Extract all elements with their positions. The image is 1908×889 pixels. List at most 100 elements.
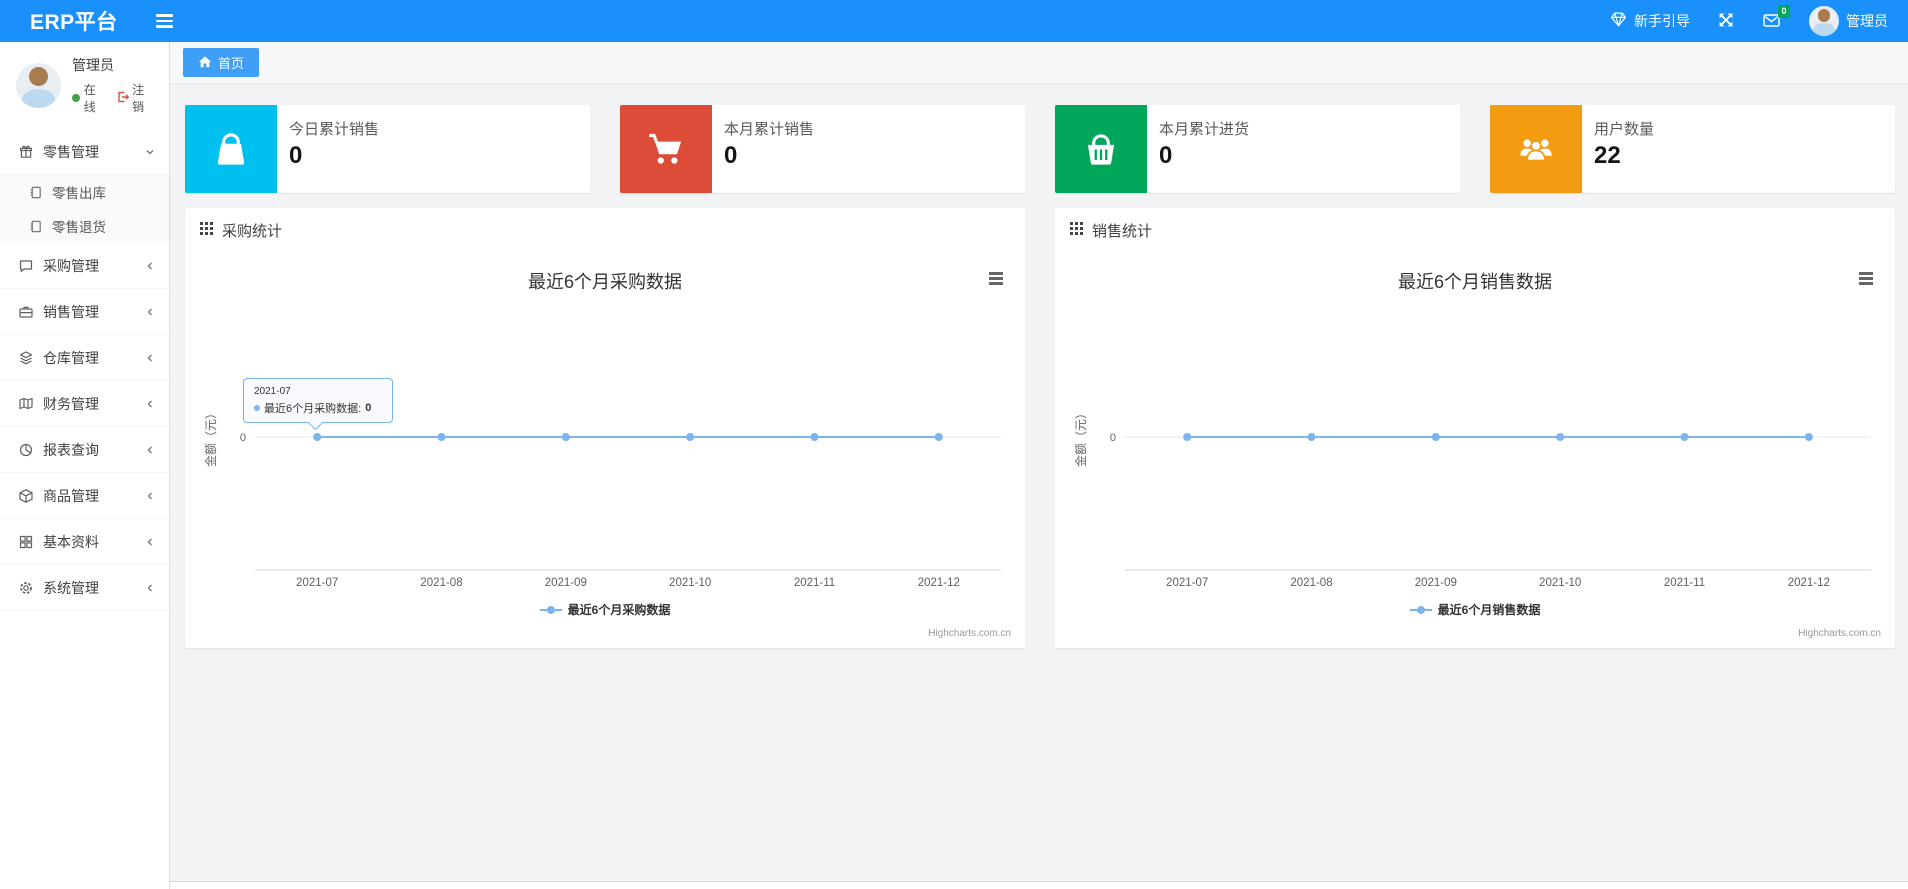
- mail-badge: 0: [1777, 4, 1790, 18]
- expand-arrows-icon: [1718, 12, 1734, 31]
- svg-text:金额（元）: 金额（元）: [203, 407, 218, 467]
- cube-icon: [18, 488, 34, 504]
- chevron-left-icon: [145, 537, 155, 547]
- sidebar-item-system[interactable]: 系统管理: [0, 565, 169, 611]
- navbar-right: 新手引导 0 管理员: [1610, 4, 1908, 36]
- purchase-stats-panel: 采购统计 最近6个月采购数据 金额（元） 0 2021-07 2021-08 2021-…: [185, 208, 1025, 648]
- legend-marker-icon: [1409, 605, 1432, 614]
- journal-icon: [27, 219, 43, 234]
- svg-text:2021-12: 2021-12: [918, 577, 960, 589]
- layers-icon: [18, 350, 34, 366]
- highcharts-credit[interactable]: Highcharts.com.cn: [928, 628, 1011, 639]
- sidebar-item-reports[interactable]: 报表查询: [0, 427, 169, 473]
- purchase-chart: 最近6个月采购数据 金额（元） 0 2021-07 2021-08 2021-09 202…: [185, 252, 1025, 648]
- guide-label: 新手引导: [1634, 13, 1690, 29]
- top-navbar: ERP平台 新手引导 0 管理员: [0, 0, 1908, 42]
- app-brand: ERP平台: [30, 11, 118, 34]
- avatar: [16, 62, 61, 108]
- legend-marker-icon: [539, 605, 562, 614]
- purchase-chart-plot[interactable]: 金额（元） 0 2021-07 2021-08 2021-09 2021-10 2021-1…: [185, 300, 1025, 592]
- stat-card-value: 0: [724, 142, 738, 169]
- messages-button[interactable]: 0: [1762, 4, 1790, 31]
- panel-header: 采购统计: [185, 208, 1025, 252]
- legend-label: 最近6个月销售数据: [1437, 603, 1541, 617]
- sidebar: 管理员 在线 注销 零售管理 零售出库 零售退货 采购管理 销售管理 仓库管理 …: [0, 42, 170, 889]
- legend-label: 最近6个月采购数据: [567, 603, 671, 617]
- chevron-down-icon: [145, 147, 155, 157]
- sidebar-item-basic-data[interactable]: 基本资料: [0, 519, 169, 565]
- chevron-left-icon: [145, 307, 155, 317]
- svg-text:0: 0: [240, 432, 246, 444]
- sidebar-item-sales[interactable]: 销售管理: [0, 289, 169, 335]
- svg-text:2021-09: 2021-09: [545, 577, 587, 589]
- chart-panels-row: 采购统计 最近6个月采购数据 金额（元） 0 2021-07 2021-08 2021-…: [185, 208, 1895, 648]
- sidebar-item-retail-outbound[interactable]: 零售出库: [0, 175, 169, 209]
- tab-bar: 首页: [170, 42, 1908, 84]
- chevron-left-icon: [145, 353, 155, 363]
- shopping-bag-icon: [185, 105, 277, 193]
- highcharts-credit[interactable]: Highcharts.com.cn: [1798, 628, 1881, 639]
- panel-title: 销售统计: [1092, 222, 1153, 240]
- sales-stats-panel: 销售统计 最近6个月销售数据 金额（元） 0 2021-07 2021-08 2021-…: [1055, 208, 1895, 648]
- stat-card-label: 本月累计销售: [724, 121, 815, 138]
- user-menu[interactable]: 管理员: [1809, 6, 1888, 36]
- sidebar-user-panel: 管理员 在线 注销: [0, 42, 169, 127]
- guide-link[interactable]: 新手引导: [1610, 11, 1690, 31]
- chevron-left-icon: [145, 583, 155, 593]
- main-content: 首页 今日累计销售 0 本月累计销售 0 本月累计进货 0 用户数量 22 采购…: [170, 42, 1908, 889]
- chevron-left-icon: [145, 445, 155, 455]
- panel-header: 销售统计: [1055, 208, 1895, 252]
- svg-text:0: 0: [1110, 432, 1116, 444]
- chart-title: 最近6个月采购数据: [527, 272, 682, 292]
- chevron-left-icon: [145, 261, 155, 271]
- online-status-dot: [72, 94, 80, 102]
- stat-card-label: 本月累计进货: [1159, 121, 1250, 138]
- retail-submenu: 零售出库 零售退货: [0, 175, 169, 243]
- chart-tooltip: 2021-07 最近6个月采购数据: 0: [243, 378, 393, 423]
- hamburger-menu-icon[interactable]: [985, 268, 1007, 289]
- series-marker-icon: [254, 405, 260, 411]
- online-status-label: 在线: [83, 83, 96, 114]
- th-grid-icon: [1070, 221, 1083, 239]
- pie-chart-icon: [18, 442, 34, 458]
- logout-link[interactable]: 注销: [117, 81, 155, 115]
- stat-card-label: 用户数量: [1594, 121, 1655, 138]
- chevron-left-icon: [145, 491, 155, 501]
- hamburger-menu-icon[interactable]: [1855, 268, 1877, 289]
- shopping-cart-icon: [620, 105, 712, 193]
- gem-icon: [1610, 12, 1627, 30]
- chevron-left-icon: [145, 399, 155, 409]
- stat-card-value: 0: [1159, 142, 1173, 169]
- fullscreen-button[interactable]: [1718, 12, 1734, 31]
- chart-legend[interactable]: 最近6个月采购数据: [185, 601, 1025, 618]
- stat-card-value: 22: [1594, 142, 1621, 169]
- stat-card-month-sales: 本月累计销售 0: [620, 105, 1025, 193]
- gift-icon: [18, 144, 34, 160]
- sidebar-item-purchasing[interactable]: 采购管理: [0, 243, 169, 289]
- chart-legend[interactable]: 最近6个月销售数据: [1055, 601, 1895, 618]
- stat-cards-row: 今日累计销售 0 本月累计销售 0 本月累计进货 0 用户数量 22: [185, 105, 1895, 193]
- svg-text:2021-10: 2021-10: [1539, 577, 1581, 589]
- svg-text:金额（元）: 金额（元）: [1073, 407, 1088, 467]
- tab-home[interactable]: 首页: [183, 48, 260, 77]
- gear-icon: [18, 580, 34, 596]
- chart-title: 最近6个月销售数据: [1397, 272, 1552, 292]
- sidebar-item-finance[interactable]: 财务管理: [0, 381, 169, 427]
- th-grid-icon: [200, 221, 213, 239]
- svg-text:2021-11: 2021-11: [794, 577, 835, 589]
- shopping-basket-icon: [1055, 105, 1147, 193]
- stat-card-month-purchases: 本月累计进货 0: [1055, 105, 1460, 193]
- avatar: [1809, 6, 1839, 36]
- sidebar-item-goods[interactable]: 商品管理: [0, 473, 169, 519]
- sidebar-item-retail-returns[interactable]: 零售退货: [0, 209, 169, 243]
- sidebar-item-warehouse[interactable]: 仓库管理: [0, 335, 169, 381]
- stat-card-today-sales: 今日累计销售 0: [185, 105, 590, 193]
- sidebar-item-retail[interactable]: 零售管理: [0, 129, 169, 175]
- sidebar-toggle-icon[interactable]: [152, 8, 177, 33]
- sales-chart-plot[interactable]: 金额（元） 0 2021-07 2021-08 2021-09 2021-10 2021-1…: [1055, 300, 1895, 592]
- user-name: 管理员: [1846, 13, 1888, 29]
- stat-card-user-count: 用户数量 22: [1490, 105, 1895, 193]
- svg-text:2021-07: 2021-07: [296, 577, 338, 589]
- svg-text:2021-08: 2021-08: [420, 577, 462, 589]
- home-icon: [198, 55, 212, 71]
